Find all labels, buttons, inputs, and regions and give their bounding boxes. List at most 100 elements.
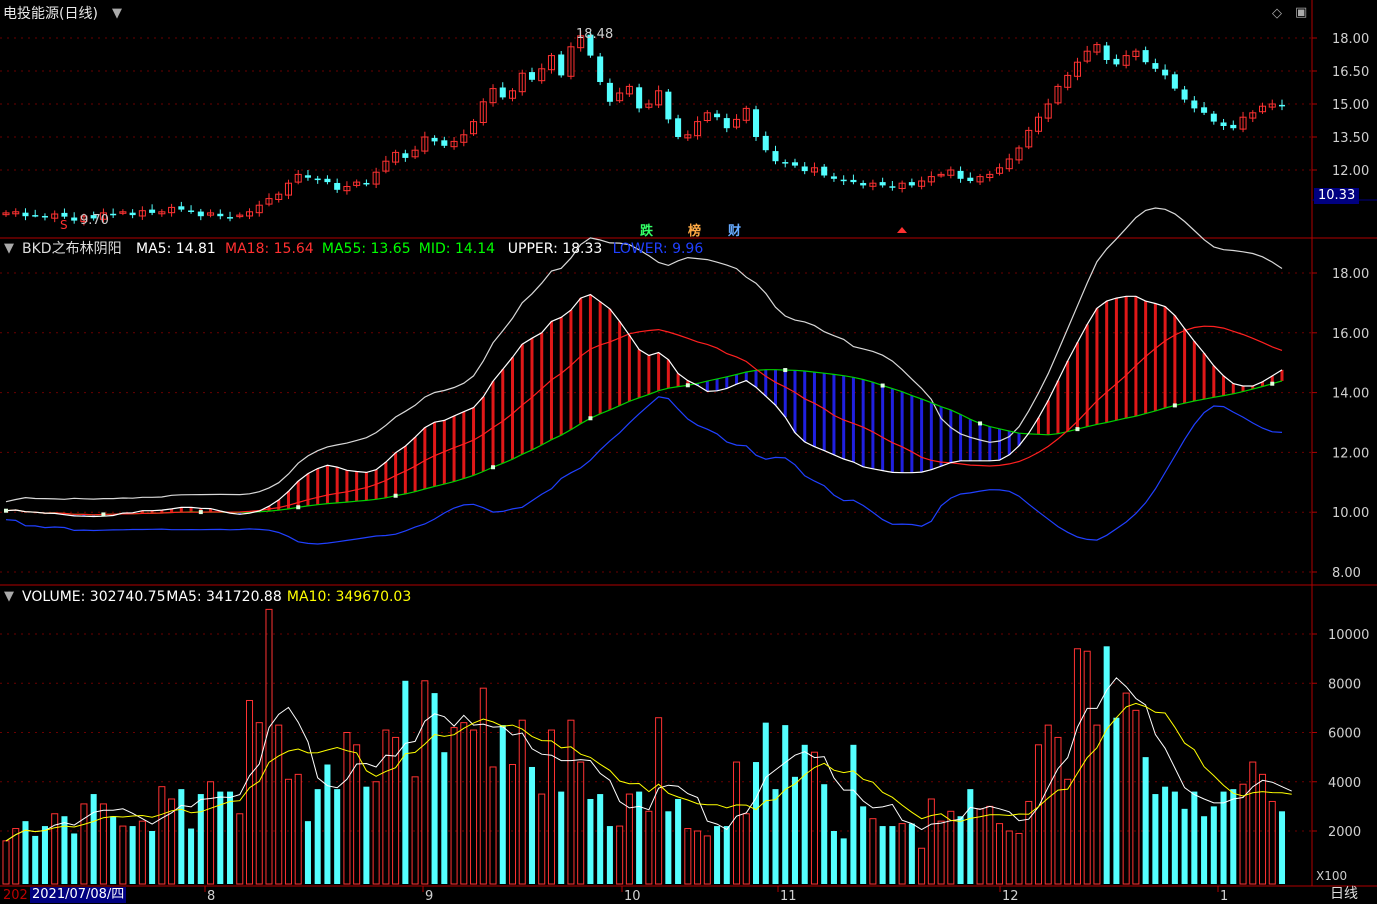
bkd-bar — [364, 472, 368, 501]
volume-legend-item: MA10: 349670.03 — [286, 589, 412, 605]
volume-dropdown-icon[interactable]: ▼ — [4, 589, 14, 604]
volume-bar — [976, 808, 984, 885]
volume-bar — [587, 798, 594, 884]
candle-body — [860, 182, 867, 186]
volume-bar — [918, 847, 926, 885]
bkd-mid-marker — [978, 421, 983, 426]
bkd-dropdown-icon[interactable]: ▼ — [4, 241, 14, 256]
bkd-bar — [754, 370, 758, 388]
bkd-mid-marker — [101, 512, 106, 517]
bkd-bar — [355, 471, 359, 502]
candle-body — [772, 151, 779, 162]
volume-bar — [236, 813, 244, 885]
volume-bar — [860, 806, 867, 884]
volume-bar — [538, 793, 546, 885]
bkd-bar — [1231, 383, 1235, 394]
period-label[interactable]: 日线 — [1330, 886, 1358, 902]
volume-bar — [265, 608, 273, 885]
bkd-bar — [861, 379, 865, 467]
signal-bang[interactable]: 榜 — [686, 220, 703, 239]
volume-bar — [363, 786, 370, 884]
bkd-bar — [988, 426, 992, 461]
bkd-bar — [715, 378, 719, 391]
bkd-legend-item: MA55: 13.65 — [321, 241, 411, 257]
bkd-bar — [1222, 375, 1226, 396]
candle-body — [879, 182, 886, 186]
candle-body — [1113, 58, 1120, 65]
volume-bar — [71, 833, 78, 884]
volume-bar — [294, 773, 302, 885]
volume-y-tick-label: 4000 — [1328, 776, 1361, 791]
bkd-legend-item: MID: 14.14 — [418, 241, 496, 257]
candle-body — [665, 91, 672, 120]
bkd-bar — [968, 419, 972, 461]
volume-bar — [245, 699, 254, 885]
bkd-mid-marker — [4, 508, 8, 513]
volume-bar — [567, 719, 575, 885]
candle-body — [675, 118, 682, 137]
volume-y-tick-label: 6000 — [1328, 727, 1361, 742]
volume-bar — [1201, 816, 1208, 884]
bkd-bar — [871, 382, 875, 469]
bkd-ma5-line — [5, 293, 1283, 518]
bkd-bar — [1173, 315, 1177, 406]
title-dropdown-icon[interactable]: ▼ — [112, 6, 122, 21]
volume-bar — [284, 778, 292, 885]
volume-bar — [2, 840, 10, 885]
volume-bar — [110, 816, 117, 884]
diamond-icon[interactable]: ◇ — [1272, 6, 1282, 21]
bkd-bar — [491, 381, 495, 468]
bkd-bar — [325, 465, 329, 504]
volume-bar — [382, 729, 390, 885]
bkd-bar — [851, 377, 855, 462]
candle-body — [1152, 63, 1159, 69]
bkd-legend-item: MA18: 15.64 — [225, 241, 314, 257]
sell-marker-icon: S — [60, 218, 68, 232]
chart-canvas[interactable]: 18.0016.5015.0013.5012.00S18.0016.0014.0… — [0, 0, 1377, 904]
candle-body — [889, 186, 896, 188]
volume-bar — [470, 729, 478, 885]
volume-bar — [324, 764, 331, 884]
bkd-mid-marker — [685, 383, 690, 388]
bkd-bar — [286, 491, 290, 509]
bkd-bar — [822, 373, 826, 451]
volume-bar — [821, 784, 828, 884]
signal-cai[interactable]: 财 — [726, 220, 743, 239]
volume-bar — [616, 825, 624, 885]
volume-bar — [869, 818, 877, 885]
bkd-y-tick-label: 16.00 — [1332, 327, 1369, 342]
volume-bar — [1113, 717, 1120, 884]
volume-bar — [655, 717, 663, 885]
volume-bar — [1162, 786, 1169, 884]
volume-bar — [1220, 791, 1227, 884]
bkd-bar — [949, 409, 953, 463]
bkd-bar — [316, 468, 320, 505]
bkd-bar — [1095, 308, 1099, 425]
candle-body — [499, 87, 506, 98]
volume-bar — [1034, 744, 1043, 885]
volume-bar — [227, 791, 234, 884]
window-toggle-icon[interactable]: ▣ — [1295, 5, 1307, 20]
volume-bar — [304, 821, 311, 884]
candle-body — [32, 215, 39, 217]
signal-die[interactable]: 跌 — [638, 220, 655, 239]
candle-body — [22, 212, 29, 217]
bkd-indicator-name: BKD之布林阴阳 — [22, 241, 122, 257]
candle-body — [178, 206, 185, 210]
candle-body — [1201, 107, 1208, 113]
price-y-tick-label: 12.00 — [1332, 164, 1369, 179]
bkd-bar — [608, 308, 612, 410]
volume-bar — [782, 725, 789, 884]
volume-bar — [460, 722, 468, 885]
x-multiplier: X100 — [1316, 869, 1348, 883]
volume-bar — [489, 766, 497, 885]
volume-bar — [1005, 830, 1013, 885]
candle-body — [1230, 124, 1237, 129]
volume-bar — [1210, 806, 1217, 884]
volume-bar — [547, 729, 555, 885]
bkd-bar — [920, 398, 924, 473]
bkd-bar — [433, 422, 437, 487]
bkd-mid-marker — [491, 465, 496, 470]
bkd-mid-marker — [393, 493, 398, 498]
bkd-bar — [998, 428, 1002, 461]
